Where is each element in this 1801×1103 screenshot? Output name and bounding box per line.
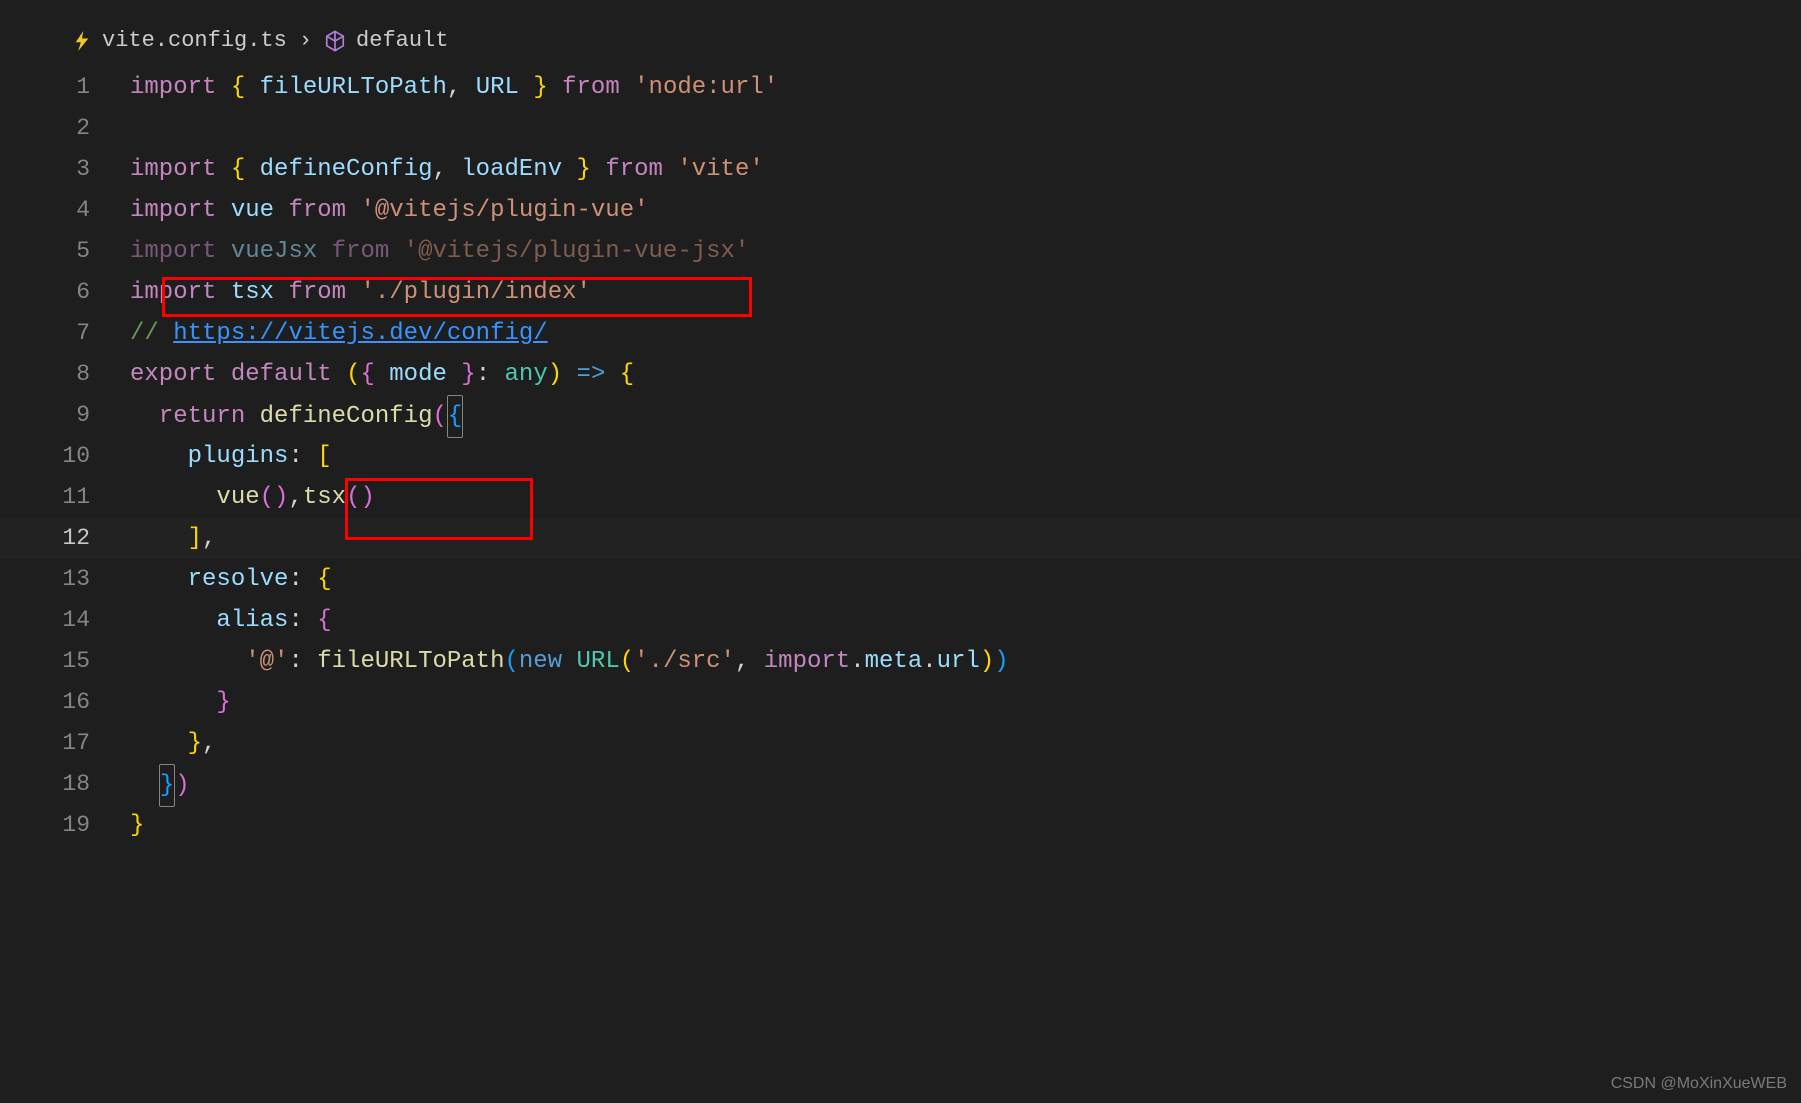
line-number: 10	[0, 436, 130, 477]
code-line[interactable]: 18 })	[0, 764, 1801, 805]
watermark: CSDN @MoXinXueWEB	[1611, 1075, 1787, 1093]
code-editor[interactable]: vite.config.ts › default 1import { fileU…	[0, 0, 1801, 846]
line-number: 3	[0, 149, 130, 190]
code-line[interactable]: 16 }	[0, 682, 1801, 723]
code-line[interactable]: 6import tsx from './plugin/index'	[0, 272, 1801, 313]
code-line[interactable]: 15 '@': fileURLToPath(new URL('./src', i…	[0, 641, 1801, 682]
line-number: 5	[0, 231, 130, 272]
code-line[interactable]: 12 ],	[0, 518, 1801, 559]
line-number: 8	[0, 354, 130, 395]
code-content[interactable]: }	[130, 805, 1801, 846]
code-content[interactable]: export default ({ mode }: any) => {	[130, 354, 1801, 395]
code-line[interactable]: 19}	[0, 805, 1801, 846]
line-number: 7	[0, 313, 130, 354]
code-content[interactable]: // https://vitejs.dev/config/	[130, 313, 1801, 354]
breadcrumb-symbol[interactable]: default	[356, 28, 448, 53]
code-content[interactable]: resolve: {	[130, 559, 1801, 600]
code-line[interactable]: 13 resolve: {	[0, 559, 1801, 600]
line-number: 15	[0, 641, 130, 682]
line-number: 9	[0, 395, 130, 436]
line-number: 14	[0, 600, 130, 641]
breadcrumb[interactable]: vite.config.ts › default	[0, 20, 1801, 61]
code-line[interactable]: 14 alias: {	[0, 600, 1801, 641]
line-number: 4	[0, 190, 130, 231]
code-content[interactable]: })	[130, 764, 1801, 807]
line-number: 18	[0, 764, 130, 805]
code-content[interactable]: ],	[130, 518, 1801, 559]
code-line[interactable]: 1import { fileURLToPath, URL } from 'nod…	[0, 67, 1801, 108]
code-content[interactable]: plugins: [	[130, 436, 1801, 477]
code-content[interactable]: import { fileURLToPath, URL } from 'node…	[130, 67, 1801, 108]
code-line[interactable]: 4import vue from '@vitejs/plugin-vue'	[0, 190, 1801, 231]
code-content[interactable]: vue(),tsx()	[130, 477, 1801, 518]
code-content[interactable]: return defineConfig({	[130, 395, 1801, 438]
cube-icon	[324, 30, 346, 52]
code-line[interactable]: 9 return defineConfig({	[0, 395, 1801, 436]
code-line[interactable]: 7// https://vitejs.dev/config/	[0, 313, 1801, 354]
code-line[interactable]: 2	[0, 108, 1801, 149]
code-content[interactable]: alias: {	[130, 600, 1801, 641]
line-number: 16	[0, 682, 130, 723]
code-line[interactable]: 17 },	[0, 723, 1801, 764]
code-content[interactable]: import { defineConfig, loadEnv } from 'v…	[130, 149, 1801, 190]
line-number: 1	[0, 67, 130, 108]
line-number: 13	[0, 559, 130, 600]
code-line[interactable]: 8export default ({ mode }: any) => {	[0, 354, 1801, 395]
line-number: 19	[0, 805, 130, 846]
code-content[interactable]: }	[130, 682, 1801, 723]
code-area[interactable]: 1import { fileURLToPath, URL } from 'nod…	[0, 61, 1801, 846]
chevron-right-icon: ›	[297, 28, 314, 53]
line-number: 6	[0, 272, 130, 313]
code-line[interactable]: 10 plugins: [	[0, 436, 1801, 477]
code-content[interactable]: import vue from '@vitejs/plugin-vue'	[130, 190, 1801, 231]
code-line[interactable]: 11 vue(),tsx()	[0, 477, 1801, 518]
code-line[interactable]: 3import { defineConfig, loadEnv } from '…	[0, 149, 1801, 190]
breadcrumb-file[interactable]: vite.config.ts	[102, 28, 287, 53]
code-content[interactable]: import tsx from './plugin/index'	[130, 272, 1801, 313]
line-number: 17	[0, 723, 130, 764]
line-number: 11	[0, 477, 130, 518]
code-content[interactable]: },	[130, 723, 1801, 764]
lightning-icon	[72, 29, 92, 53]
code-content[interactable]: '@': fileURLToPath(new URL('./src', impo…	[130, 641, 1801, 682]
code-content[interactable]: import vueJsx from '@vitejs/plugin-vue-j…	[130, 231, 1801, 272]
code-line[interactable]: 5import vueJsx from '@vitejs/plugin-vue-…	[0, 231, 1801, 272]
line-number: 2	[0, 108, 130, 149]
